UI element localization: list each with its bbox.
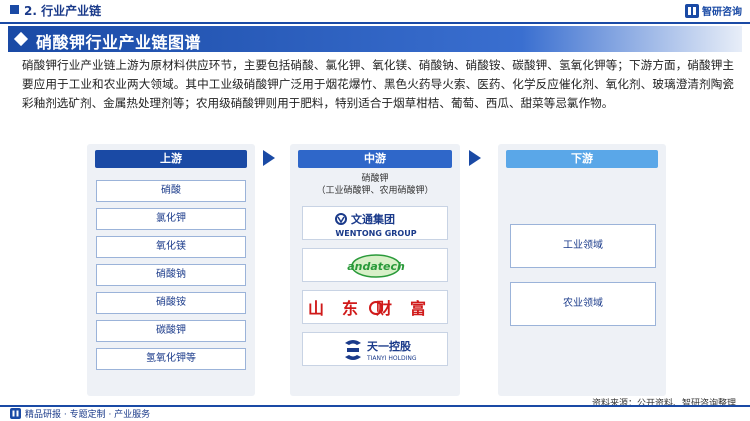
footer-services: 精品研报 · 专题定制 · 产业服务	[10, 407, 150, 420]
upstream-item: 氧化镁	[96, 236, 246, 258]
brand-small-icon	[10, 408, 21, 419]
company-cn: 天一控股	[367, 339, 412, 353]
brand-logo: 智研咨询	[685, 3, 742, 18]
upstream-item: 硝酸钠	[96, 264, 246, 286]
title-band: 硝酸钾行业产业链图谱	[8, 26, 742, 52]
company-logo-tianyi: 天一控股 TIANYI HOLDING	[302, 332, 448, 366]
upstream-header: 上游	[95, 150, 247, 168]
product-name: 硝酸钾	[361, 174, 389, 184]
brand-logo-icon	[685, 3, 699, 18]
company-en: andatech	[347, 260, 405, 273]
top-divider	[0, 22, 750, 24]
arrow-right-icon	[469, 150, 481, 166]
diamond-icon	[13, 31, 29, 47]
upstream-item: 碳酸钾	[96, 320, 246, 342]
midstream-header: 中游	[298, 150, 452, 168]
upstream-column: 上游 硝酸 氯化钾 氧化镁 硝酸钠 硝酸铵 碳酸钾 氢氧化钾等	[87, 144, 255, 396]
company-en: TIANYI HOLDING	[366, 355, 417, 362]
company-logo-andatech: andatech	[302, 248, 448, 282]
company-en: WENTONG GROUP	[335, 229, 416, 238]
upstream-item: 硝酸	[96, 180, 246, 202]
company-logo-shandong-caifu: 山东财富	[302, 290, 448, 324]
description-text: 硝酸钾行业产业链上游为原材料供应环节，主要包括硝酸、氯化钾、氧化镁、硝酸钠、硝酸…	[22, 58, 734, 110]
source-note: 资料来源：公开资料、智研咨询整理	[591, 399, 736, 409]
shandong-caifu-logo-icon: 山东财富	[308, 299, 444, 318]
company-cn: 山东财富	[308, 299, 444, 318]
upstream-item: 硝酸铵	[96, 292, 246, 314]
upstream-item: 氯化钾	[96, 208, 246, 230]
top-bar: 2. 行业产业链 智研咨询	[0, 0, 750, 22]
midstream-column: 中游 硝酸钾 （工业硝酸钾、农用硝酸钾） 文通集团 WENTONG GROUP …	[290, 144, 460, 396]
downstream-item: 农业领域	[510, 282, 656, 326]
downstream-item: 工业领域	[510, 224, 656, 268]
footer-services-text: 精品研报 · 专题定制 · 产业服务	[25, 410, 151, 420]
andatech-logo-icon: andatech	[347, 254, 405, 278]
midstream-product: 硝酸钾 （工业硝酸钾、农用硝酸钾）	[290, 173, 460, 197]
section-marker-icon	[10, 5, 19, 14]
brand-name: 智研咨询	[702, 7, 742, 18]
wentong-logo-icon: 文通集团 WENTONG GROUP	[335, 212, 417, 238]
downstream-column: 下游 工业领域 农业领域	[498, 144, 666, 396]
upstream-item: 氢氧化钾等	[96, 348, 246, 370]
company-cn: 文通集团	[351, 212, 395, 226]
page-title: 硝酸钾行业产业链图谱	[36, 33, 202, 52]
downstream-header: 下游	[506, 150, 658, 168]
arrow-right-icon	[263, 150, 275, 166]
product-types: （工业硝酸钾、农用硝酸钾）	[316, 186, 434, 196]
company-logo-wentong: 文通集团 WENTONG GROUP	[302, 206, 448, 240]
tianyi-logo-icon: 天一控股 TIANYI HOLDING	[345, 339, 417, 362]
section-label: 2. 行业产业链	[24, 4, 102, 18]
